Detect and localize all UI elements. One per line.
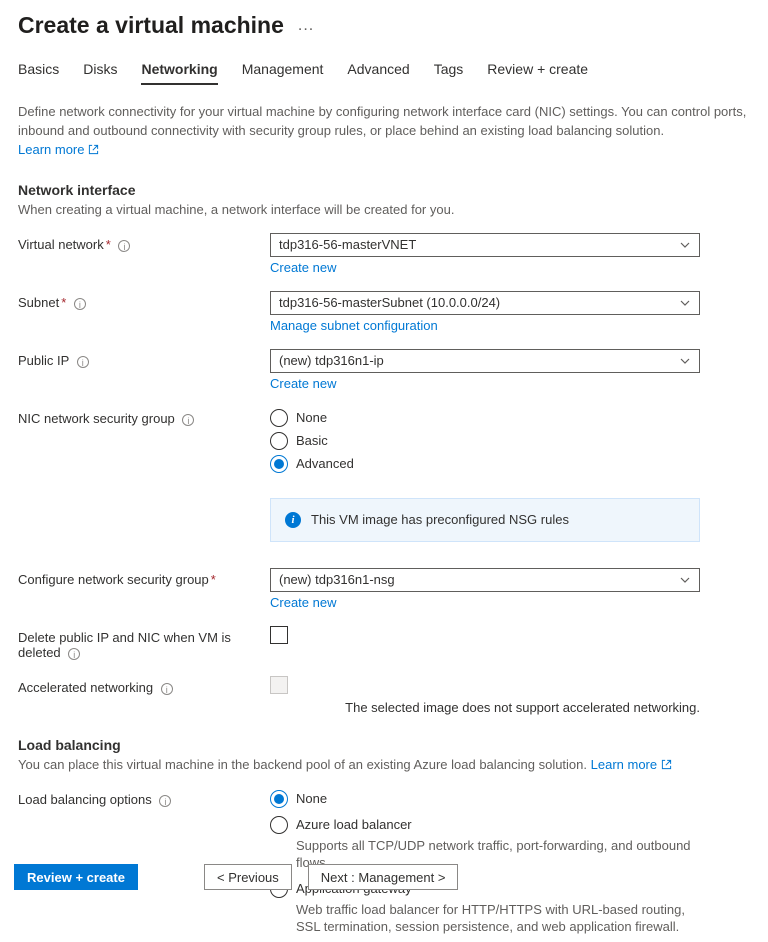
- tab-management[interactable]: Management: [242, 59, 324, 85]
- configure-nsg-label: Configure network security group*: [18, 568, 270, 587]
- previous-button[interactable]: < Previous: [204, 864, 292, 890]
- delete-ip-nic-label: Delete public IP and NIC when VM is dele…: [18, 626, 270, 660]
- info-icon[interactable]: i: [161, 683, 173, 695]
- info-icon[interactable]: i: [118, 240, 130, 252]
- intro-text: Define network connectivity for your vir…: [18, 104, 746, 138]
- chevron-down-icon: [679, 297, 691, 309]
- info-icon[interactable]: i: [159, 795, 171, 807]
- chevron-down-icon: [679, 574, 691, 586]
- section-network-interface-sub: When creating a virtual machine, a netwo…: [18, 202, 750, 217]
- vnet-create-new-link[interactable]: Create new: [270, 260, 700, 275]
- chevron-down-icon: [679, 239, 691, 251]
- delete-ip-nic-checkbox[interactable]: [270, 626, 288, 644]
- public-ip-create-new-link[interactable]: Create new: [270, 376, 700, 391]
- nsg-info-box: i This VM image has preconfigured NSG ru…: [270, 498, 700, 542]
- public-ip-select[interactable]: (new) tdp316n1-ip: [270, 349, 700, 373]
- nsg-radio-advanced[interactable]: Advanced: [270, 453, 700, 475]
- accelerated-networking-note: The selected image does not support acce…: [270, 700, 700, 715]
- tab-networking[interactable]: Networking: [141, 59, 217, 85]
- nic-nsg-label: NIC network security group i: [18, 407, 270, 426]
- section-load-balancing-title: Load balancing: [18, 737, 750, 753]
- info-icon[interactable]: i: [77, 356, 89, 368]
- configure-nsg-create-new-link[interactable]: Create new: [270, 595, 700, 610]
- nsg-radio-basic[interactable]: Basic: [270, 430, 700, 452]
- chevron-down-icon: [679, 355, 691, 367]
- lb-radio-application-gateway-desc: Web traffic load balancer for HTTP/HTTPS…: [296, 901, 700, 936]
- nsg-radio-none[interactable]: None: [270, 407, 700, 429]
- lb-radio-azure-load-balancer[interactable]: Azure load balancer: [270, 814, 700, 836]
- subnet-select[interactable]: tdp316-56-masterSubnet (10.0.0.0/24): [270, 291, 700, 315]
- info-icon: i: [285, 512, 301, 528]
- subnet-manage-link[interactable]: Manage subnet configuration: [270, 318, 700, 333]
- more-menu-button[interactable]: ...: [298, 17, 314, 35]
- tab-advanced[interactable]: Advanced: [347, 59, 409, 85]
- accelerated-networking-label: Accelerated networking i: [18, 676, 270, 695]
- public-ip-label: Public IP i: [18, 349, 270, 368]
- load-balancing-options-label: Load balancing options i: [18, 788, 270, 807]
- section-network-interface-title: Network interface: [18, 182, 750, 198]
- load-balancing-learn-more-link[interactable]: Learn more: [591, 757, 672, 772]
- external-link-icon: [88, 144, 99, 155]
- review-create-button[interactable]: Review + create: [14, 864, 138, 890]
- info-icon[interactable]: i: [74, 298, 86, 310]
- virtual-network-select[interactable]: tdp316-56-masterVNET: [270, 233, 700, 257]
- wizard-footer: Review + create < Previous Next : Manage…: [14, 864, 754, 890]
- info-icon[interactable]: i: [68, 648, 80, 660]
- external-link-icon: [661, 759, 672, 770]
- subnet-label: Subnet* i: [18, 291, 270, 310]
- configure-nsg-select[interactable]: (new) tdp316n1-nsg: [270, 568, 700, 592]
- accelerated-networking-checkbox: [270, 676, 288, 694]
- wizard-tabs: Basics Disks Networking Management Advan…: [18, 59, 750, 85]
- page-title: Create a virtual machine: [18, 12, 284, 39]
- info-icon[interactable]: i: [182, 414, 194, 426]
- tab-basics[interactable]: Basics: [18, 59, 59, 85]
- intro-learn-more-link[interactable]: Learn more: [18, 142, 99, 157]
- virtual-network-label: Virtual network* i: [18, 233, 270, 252]
- lb-radio-none[interactable]: None: [270, 788, 700, 810]
- tab-review[interactable]: Review + create: [487, 59, 588, 85]
- tab-disks[interactable]: Disks: [83, 59, 117, 85]
- section-load-balancing-sub: You can place this virtual machine in th…: [18, 757, 750, 772]
- tab-tags[interactable]: Tags: [434, 59, 464, 85]
- next-button[interactable]: Next : Management >: [308, 864, 459, 890]
